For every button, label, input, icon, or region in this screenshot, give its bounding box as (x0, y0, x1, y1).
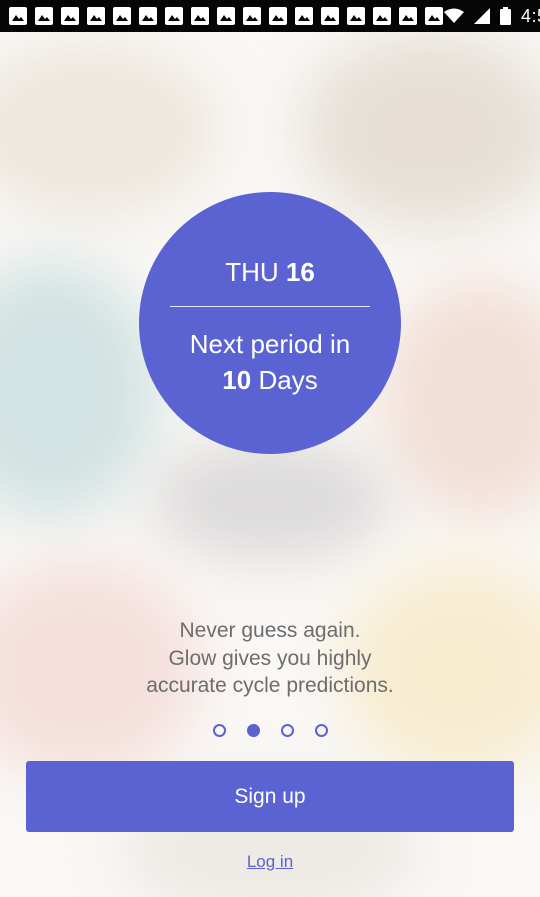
photo-icon (86, 6, 106, 26)
next-period-text: Next period in 10 Days (139, 326, 401, 398)
cell-signal-icon (474, 8, 490, 24)
photo-icon (320, 6, 340, 26)
tagline-line-2: Glow gives you highly (168, 646, 372, 670)
days-count: 10 (222, 365, 252, 395)
photo-icon (424, 6, 444, 26)
photo-icon (138, 6, 158, 26)
photo-icon (190, 6, 210, 26)
prediction-date-number: 16 (285, 257, 315, 287)
photo-icon (112, 6, 132, 26)
next-period-label: Next period in (189, 329, 351, 359)
prediction-day: THU (225, 257, 279, 287)
page-dot[interactable] (246, 724, 260, 737)
tagline-line-1: Never guess again. (179, 619, 361, 642)
tagline-line-3: accurate cycle predictions. (146, 674, 394, 697)
photo-icon (8, 6, 28, 26)
circle-divider (170, 306, 370, 307)
notification-icons (8, 6, 444, 26)
page-dot[interactable] (280, 724, 294, 737)
page-indicator (0, 724, 540, 737)
photo-icon (346, 6, 366, 26)
photo-icon (164, 6, 184, 26)
cycle-prediction-circle: THU 16 Next period in 10 Days (139, 192, 401, 454)
sign-up-button[interactable]: Sign up (26, 761, 514, 832)
days-label: Days (258, 365, 318, 395)
photo-icon (294, 6, 314, 26)
wifi-icon (444, 8, 464, 23)
photo-icon (216, 6, 236, 26)
battery-icon (500, 7, 511, 25)
prediction-date: THU 16 (139, 256, 401, 288)
page-dot[interactable] (212, 724, 226, 737)
clock: 4:55 (521, 5, 540, 26)
status-bar: 4:55 (0, 0, 540, 32)
photo-icon (242, 6, 262, 26)
photo-icon (60, 6, 80, 26)
photo-icon (268, 6, 288, 26)
tagline: Never guess again. Glow gives you highly… (0, 617, 540, 700)
photo-icon (34, 6, 54, 26)
log-in-link[interactable]: Log in (247, 852, 293, 871)
page-dot[interactable] (314, 724, 328, 737)
photo-icon (372, 6, 392, 26)
photo-icon (398, 6, 418, 26)
